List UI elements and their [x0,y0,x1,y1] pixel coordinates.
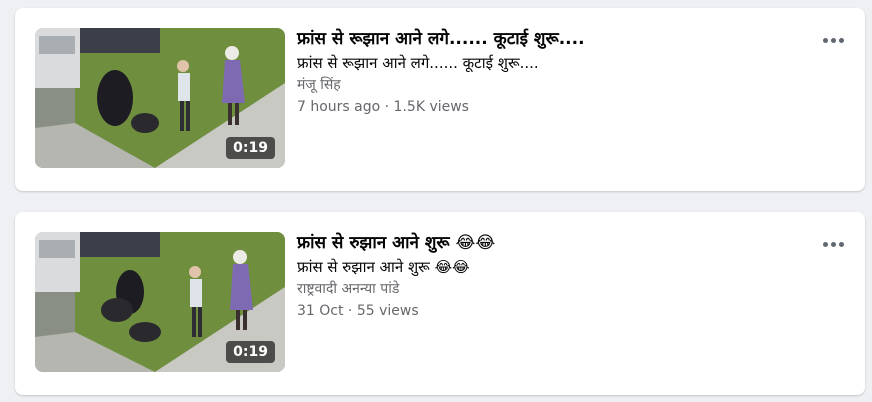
dot [822,241,828,247]
video-duration: 0:19 [226,341,275,363]
video-title[interactable]: फ्रांस से रुझान आने शुरू 😂😂 [297,232,797,254]
video-description: फ्रांस से रूझान आने लगे...... कूटाई शुरू… [297,54,539,72]
more-options-icon[interactable] [819,232,847,256]
dot [830,241,836,247]
video-description: फ्रांस से रुझान आने शुरू 😂😂 [297,258,470,276]
video-info: फ्रांस से रूझान आने लगे...... कूटाई शुरू… [297,28,797,117]
more-options-icon[interactable] [819,28,847,52]
dot [830,37,836,43]
video-info: फ्रांस से रुझान आने शुरू 😂😂 फ्रांस से रु… [297,232,797,321]
video-card: 0:19 फ्रांस से रुझान आने शुरू 😂😂 फ्रांस … [15,212,865,395]
video-feed: 0:19 फ्रांस से रूझान आने लगे...... कूटाई… [0,0,872,402]
video-author[interactable]: मंजू सिंह [297,76,797,95]
video-author[interactable]: राष्ट्रवादी अनन्या पांडे [297,280,797,299]
video-duration: 0:19 [226,137,275,159]
video-title[interactable]: फ्रांस से रूझान आने लगे...... कूटाई शुरू… [297,28,797,50]
video-meta: 31 Oct · 55 views [297,303,419,319]
dot [838,241,844,247]
video-card: 0:19 फ्रांस से रूझान आने लगे...... कूटाई… [15,8,865,191]
dot [822,37,828,43]
dot [838,37,844,43]
video-thumbnail[interactable]: 0:19 [35,232,285,372]
video-meta: 7 hours ago · 1.5K views [297,99,469,115]
video-thumbnail[interactable]: 0:19 [35,28,285,168]
